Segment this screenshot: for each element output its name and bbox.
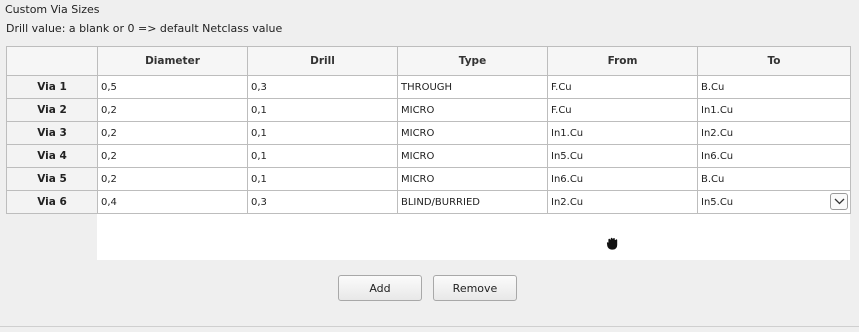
via-table: Diameter Drill Type From To Via 1 0,5 0,… <box>6 46 851 214</box>
type-cell[interactable]: MICRO <box>397 98 548 122</box>
drill-cell[interactable]: 0,3 <box>247 75 398 99</box>
via-sizes-grid: Diameter Drill Type From To Via 1 0,5 0,… <box>6 46 851 260</box>
type-cell[interactable]: MICRO <box>397 167 548 191</box>
drill-cell[interactable]: 0,1 <box>247 144 398 168</box>
add-button[interactable]: Add <box>338 275 422 301</box>
from-cell[interactable]: F.Cu <box>547 98 698 122</box>
drill-cell[interactable]: 0,1 <box>247 167 398 191</box>
to-cell[interactable]: In6.Cu <box>697 144 851 168</box>
from-cell[interactable]: In6.Cu <box>547 167 698 191</box>
col-header-to[interactable]: To <box>697 46 851 76</box>
col-header-drill[interactable]: Drill <box>247 46 398 76</box>
from-cell[interactable]: In1.Cu <box>547 121 698 145</box>
dropdown-button[interactable] <box>830 193 848 210</box>
bottom-divider <box>0 326 859 327</box>
from-cell[interactable]: In2.Cu <box>547 190 698 214</box>
to-layer-value: In5.Cu <box>701 196 734 208</box>
table-row: Via 2 0,2 0,1 MICRO F.Cu In1.Cu <box>6 98 851 122</box>
diameter-cell[interactable]: 0,2 <box>97 121 248 145</box>
hand-grab-cursor-icon <box>606 236 618 251</box>
type-cell[interactable]: MICRO <box>397 144 548 168</box>
table-row: Via 1 0,5 0,3 THROUGH F.Cu B.Cu <box>6 75 851 99</box>
col-header-from[interactable]: From <box>547 46 698 76</box>
row-label[interactable]: Via 5 <box>6 167 98 191</box>
chevron-down-icon <box>834 198 845 205</box>
diameter-cell[interactable]: 0,2 <box>97 144 248 168</box>
to-cell[interactable]: In2.Cu <box>697 121 851 145</box>
diameter-cell[interactable]: 0,5 <box>97 75 248 99</box>
type-cell[interactable]: THROUGH <box>397 75 548 99</box>
drill-cell[interactable]: 0,3 <box>247 190 398 214</box>
drill-cell[interactable]: 0,1 <box>247 98 398 122</box>
row-label[interactable]: Via 6 <box>6 190 98 214</box>
row-label[interactable]: Via 3 <box>6 121 98 145</box>
diameter-cell[interactable]: 0,2 <box>97 167 248 191</box>
table-row: Via 6 0,4 0,3 BLIND/BURRIED In2.Cu In5.C… <box>6 190 851 214</box>
row-label[interactable]: Via 4 <box>6 144 98 168</box>
col-header-type[interactable]: Type <box>397 46 548 76</box>
to-cell[interactable]: In1.Cu <box>697 98 851 122</box>
row-label[interactable]: Via 1 <box>6 75 98 99</box>
to-layer-combo[interactable]: In5.Cu <box>697 190 851 214</box>
type-cell[interactable]: BLIND/BURRIED <box>397 190 548 214</box>
type-cell[interactable]: MICRO <box>397 121 548 145</box>
col-header-diameter[interactable]: Diameter <box>97 46 248 76</box>
table-row: Via 5 0,2 0,1 MICRO In6.Cu B.Cu <box>6 167 851 191</box>
drill-cell[interactable]: 0,1 <box>247 121 398 145</box>
section-title: Custom Via Sizes <box>5 3 100 16</box>
table-row: Via 3 0,2 0,1 MICRO In1.Cu In2.Cu <box>6 121 851 145</box>
from-cell[interactable]: F.Cu <box>547 75 698 99</box>
drill-hint: Drill value: a blank or 0 => default Net… <box>6 22 283 35</box>
from-cell[interactable]: In5.Cu <box>547 144 698 168</box>
diameter-cell[interactable]: 0,4 <box>97 190 248 214</box>
table-row: Via 4 0,2 0,1 MICRO In5.Cu In6.Cu <box>6 144 851 168</box>
corner-cell[interactable] <box>6 46 98 76</box>
remove-button[interactable]: Remove <box>433 275 517 301</box>
diameter-cell[interactable]: 0,2 <box>97 98 248 122</box>
header-row: Diameter Drill Type From To <box>6 46 851 76</box>
to-cell[interactable]: B.Cu <box>697 75 851 99</box>
grid-empty-area <box>97 213 850 260</box>
to-cell[interactable]: B.Cu <box>697 167 851 191</box>
row-label[interactable]: Via 2 <box>6 98 98 122</box>
